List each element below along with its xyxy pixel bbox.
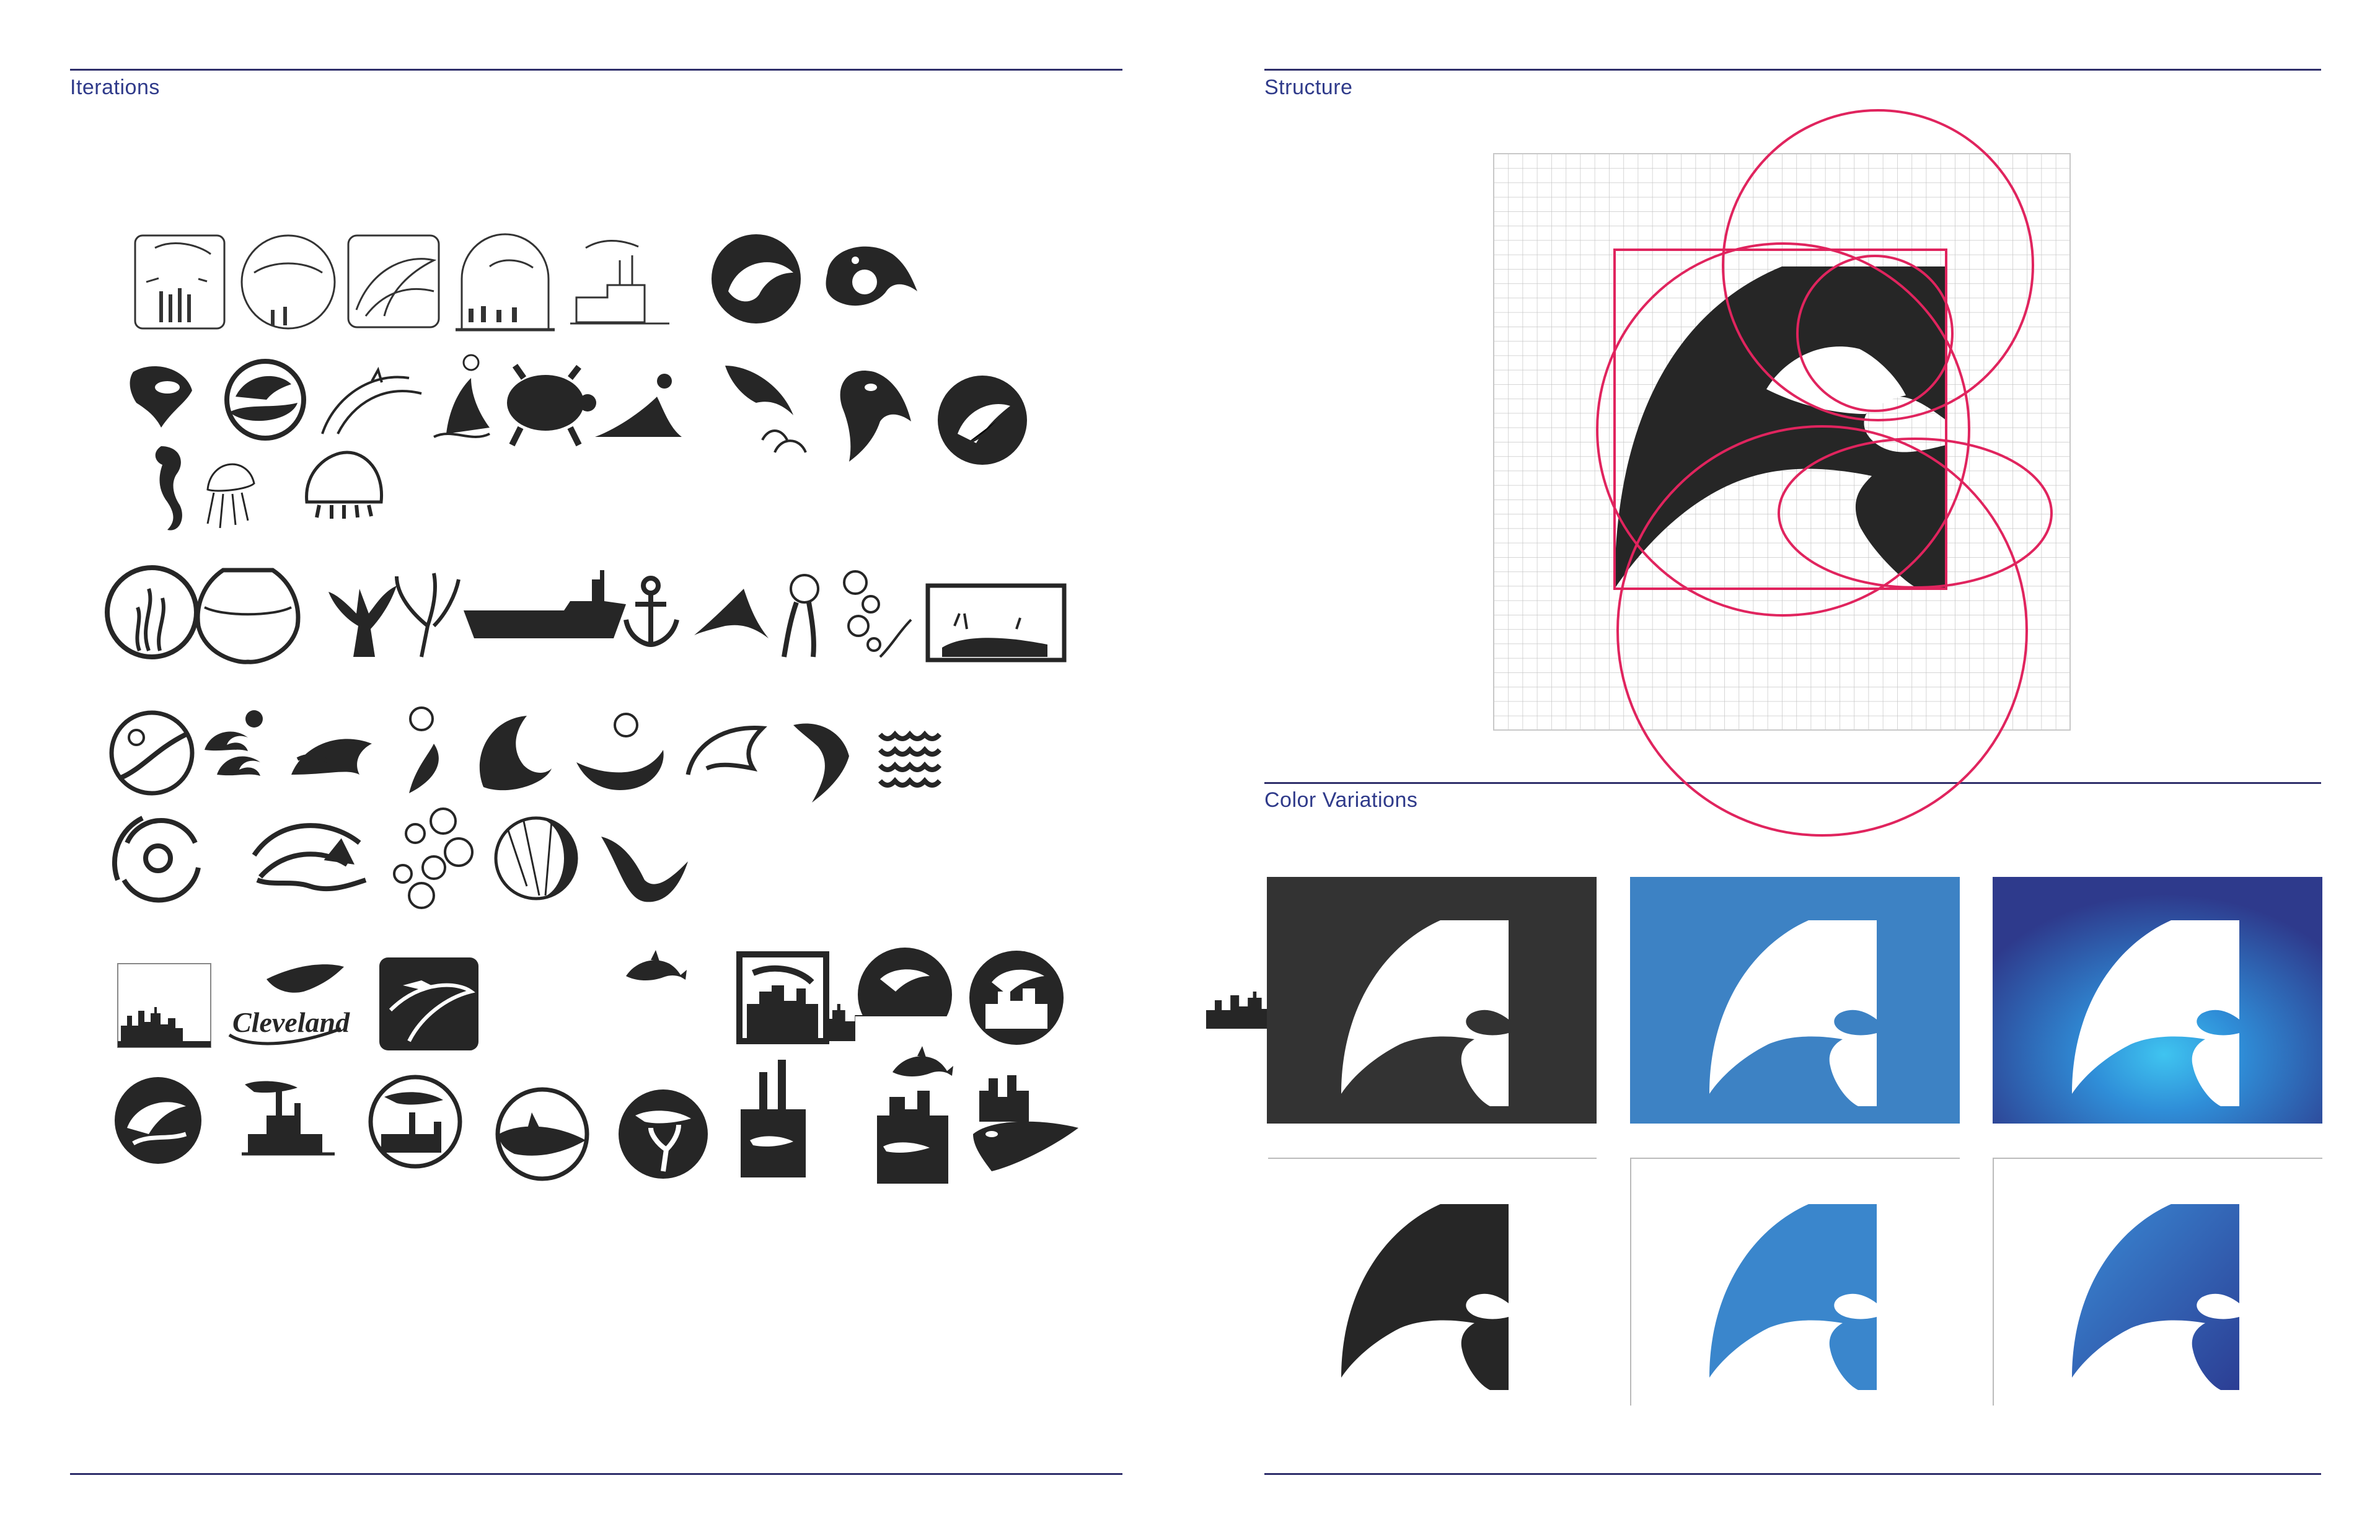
swatch-dark-mark <box>1267 1158 1597 1406</box>
structure-heading: Structure <box>1264 76 1353 99</box>
ball-stick-icon <box>782 574 819 658</box>
wave-icon <box>291 739 372 775</box>
wave-hook-icon <box>793 723 849 803</box>
swatch-navy-gradient-background <box>1993 877 2322 1124</box>
ball-moon-icon <box>494 816 578 900</box>
jellyfish-dome-icon <box>305 451 384 519</box>
aquarium-circle-sketch-icon <box>240 234 336 330</box>
skyline-frame-icon <box>736 951 829 1044</box>
iterations-sketch-board: Cleveland <box>105 233 1293 1184</box>
ball-swirl-icon <box>576 713 664 790</box>
structure-grid <box>1493 109 2071 837</box>
shark-factory-icon <box>242 1081 335 1156</box>
tank-icon <box>925 583 1067 662</box>
turtle-icon <box>507 364 596 447</box>
swatch-blue-mark <box>1630 1158 1960 1406</box>
orca-circle-icon <box>495 1087 589 1181</box>
bubbles-icon <box>843 570 912 658</box>
seahorse-icon <box>155 446 182 530</box>
structure-top-rule <box>1264 69 2321 71</box>
bubble-circle-icon <box>109 710 195 796</box>
shark-coral-circle-icon <box>619 1089 708 1179</box>
swatch-dark-background <box>1267 877 1597 1124</box>
anchor-icon <box>624 576 679 648</box>
color-top-rule <box>1264 782 2321 784</box>
dolphin-pair-icon <box>321 366 422 434</box>
swoosh-icon <box>601 837 688 902</box>
wave-curl-icon <box>479 716 552 791</box>
swatch-blue-background <box>1630 877 1960 1124</box>
scales-icon <box>878 730 942 788</box>
structure-construction-svg <box>1493 109 2071 837</box>
coral-outline-icon <box>395 573 461 658</box>
tail-wave-icon <box>252 823 367 892</box>
fishbowl-icon <box>195 568 301 664</box>
shark-wave-square-icon <box>379 957 478 1050</box>
swatch-navy-mark <box>1993 1158 2322 1406</box>
ball-wave-icon <box>409 706 439 793</box>
orca-circle-icon <box>938 376 1027 465</box>
factory-sketch-icon <box>570 240 669 325</box>
fish-head-icon <box>130 366 192 428</box>
coral-icon <box>328 586 397 657</box>
ship-icon <box>464 570 626 638</box>
dome-sketch-icon <box>456 233 555 332</box>
factory-fish-icon <box>741 1060 806 1177</box>
fin-icon <box>694 589 769 638</box>
wave-outline-icon <box>685 725 767 775</box>
color-variations-heading: Color Variations <box>1264 788 1418 812</box>
orca-wave-icon <box>224 359 306 441</box>
aquarium-sketch-icon <box>134 234 226 330</box>
dolphin-skyline-block-icon <box>877 1046 953 1184</box>
right-bottom-rule <box>1264 1473 2321 1475</box>
cleveland-orca-icon: Cleveland <box>228 964 350 1045</box>
bubble-cluster-icon <box>393 807 474 909</box>
jellyfish-icon <box>206 463 255 529</box>
kelp-circle-icon <box>105 565 199 659</box>
dolphin-skyline-circle-icon <box>969 951 1064 1045</box>
dolphin-circle-icon <box>115 1077 201 1164</box>
wave-sketch-icon <box>347 234 440 328</box>
orca-skyline-icon <box>973 1075 1078 1171</box>
skyline-square-icon <box>117 963 211 1048</box>
orca-c-icon <box>840 371 911 462</box>
orca-jump-icon <box>725 366 807 453</box>
sea-lion-ball-icon <box>433 354 490 438</box>
seal-icon <box>595 374 682 437</box>
dolphin-skyline-circle-icon <box>855 948 1293 1044</box>
vortex-icon <box>112 816 201 903</box>
orca-c-icon <box>826 246 917 306</box>
whale-circle-icon <box>712 234 801 323</box>
splash-icon <box>205 710 263 776</box>
shark-factory-circle-icon <box>368 1075 462 1169</box>
